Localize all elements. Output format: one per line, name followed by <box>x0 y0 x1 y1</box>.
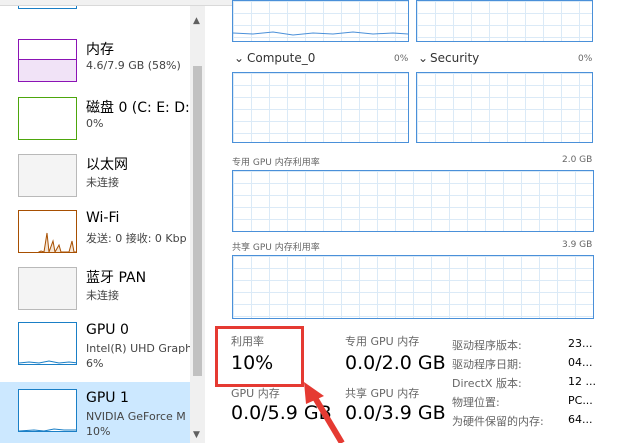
disk-graph-thumb <box>18 97 77 140</box>
sidebar-item-label: Wi-Fi <box>86 210 120 226</box>
sidebar-item-ethernet[interactable]: 以太网 未连接 <box>0 151 190 201</box>
wifi-activity-icon <box>37 232 76 252</box>
sidebar-item-gpu1[interactable]: GPU 1 NVIDIA GeForce M 10% <box>0 382 190 443</box>
engine-activity-icon <box>233 31 408 36</box>
dedicated-memory-label: 专用 GPU 内存 <box>345 335 420 348</box>
sidebar-item-label: GPU 1 <box>86 390 129 406</box>
red-arrow-icon <box>304 382 345 443</box>
sidebar-thumb <box>18 6 77 9</box>
compute-percent: 0% <box>394 54 409 64</box>
scroll-down-icon[interactable]: ▼ <box>193 430 200 440</box>
security-graph <box>416 72 593 143</box>
dedicated-memory-graph-label: 专用 GPU 内存利用率 <box>232 158 320 168</box>
sidebar-item-sub: NVIDIA GeForce M <box>86 410 186 423</box>
driver-date-value: 04... <box>568 356 593 369</box>
task-manager-gpu-view: 内存 4.6/7.9 GB (58%) 磁盘 0 (C: E: D: 0% 以太… <box>0 0 621 443</box>
sidebar-item-label: 内存 <box>86 42 114 58</box>
sidebar-item-label: 以太网 <box>86 157 128 173</box>
dedicated-memory-max: 2.0 GB <box>562 155 593 165</box>
shared-memory-graph-label: 共享 GPU 内存利用率 <box>232 243 320 253</box>
scrollbar-thumb[interactable] <box>193 66 202 376</box>
engine-graph-top-right <box>416 0 593 42</box>
scroll-up-icon[interactable]: ▲ <box>193 16 200 26</box>
sidebar-item-sub2: 6% <box>86 357 104 370</box>
driver-version-label: 驱动程序版本: <box>452 339 522 352</box>
sidebar-item-sub: 4.6/7.9 GB (58%) <box>86 59 181 72</box>
sidebar: 内存 4.6/7.9 GB (58%) 磁盘 0 (C: E: D: 0% 以太… <box>0 6 190 443</box>
sidebar-item-memory[interactable]: 内存 4.6/7.9 GB (58%) <box>0 36 190 86</box>
memory-graph-thumb <box>18 39 77 82</box>
sidebar-item-sub2: 10% <box>86 425 111 438</box>
sidebar-item-label: GPU 0 <box>86 322 129 338</box>
shared-memory-value: 0.0/3.9 GB <box>345 402 446 424</box>
chevron-down-icon[interactable]: ⌄ <box>234 51 244 65</box>
compute-graph <box>232 72 409 143</box>
gpu1-activity-icon <box>19 428 76 431</box>
compute-label[interactable]: Compute_0 <box>247 51 315 65</box>
dedicated-memory-value: 0.0/2.0 GB <box>345 352 446 374</box>
directx-version-value: 12 ... <box>568 375 596 388</box>
sidebar-item-label: 蓝牙 PAN <box>86 270 147 286</box>
bluetooth-graph-thumb <box>18 267 77 310</box>
sidebar-item-partial[interactable] <box>0 6 190 16</box>
sidebar-item-wifi[interactable]: Wi-Fi 发送: 0 接收: 0 Kbp <box>0 207 190 257</box>
sidebar-item-sub: 未连接 <box>86 176 119 189</box>
physical-location-value: PC... <box>568 394 593 407</box>
physical-location-label: 物理位置: <box>452 396 500 409</box>
driver-version-value: 23... <box>568 337 593 350</box>
gpu0-activity-icon <box>19 360 76 364</box>
sidebar-scrollbar[interactable]: ▲ ▼ <box>190 6 205 443</box>
sidebar-item-sub: 未连接 <box>86 289 119 302</box>
reserved-memory-label: 为硬件保留的内存: <box>452 415 544 428</box>
sidebar-item-bluetooth[interactable]: 蓝牙 PAN 未连接 <box>0 264 190 314</box>
shared-memory-graph <box>232 255 594 319</box>
gpu1-graph-thumb <box>18 389 77 432</box>
sidebar-item-disk[interactable]: 磁盘 0 (C: E: D: 0% <box>0 94 190 144</box>
directx-version-label: DirectX 版本: <box>452 377 522 390</box>
security-percent: 0% <box>578 54 593 64</box>
sidebar-item-sub: 0% <box>86 117 104 130</box>
gpu0-graph-thumb <box>18 322 77 365</box>
utilization-highlight-box <box>215 326 304 387</box>
wifi-graph-thumb <box>18 210 77 253</box>
ethernet-graph-thumb <box>18 154 77 197</box>
driver-date-label: 驱动程序日期: <box>452 358 522 371</box>
dedicated-memory-graph <box>232 170 594 232</box>
chevron-down-icon[interactable]: ⌄ <box>418 51 428 65</box>
sidebar-item-label: 磁盘 0 (C: E: D: <box>86 100 190 116</box>
gpu-memory-label: GPU 内存 <box>231 387 280 400</box>
sidebar-item-sub: 发送: 0 接收: 0 Kbp <box>86 232 187 245</box>
sidebar-item-gpu0[interactable]: GPU 0 Intel(R) UHD Graph 6% <box>0 319 190 377</box>
engine-graph-top-left <box>232 0 409 42</box>
reserved-memory-value: 64... <box>568 413 593 426</box>
shared-memory-max: 3.9 GB <box>562 240 593 250</box>
sidebar-item-sub: Intel(R) UHD Graph <box>86 342 190 355</box>
security-label[interactable]: Security <box>430 51 479 65</box>
